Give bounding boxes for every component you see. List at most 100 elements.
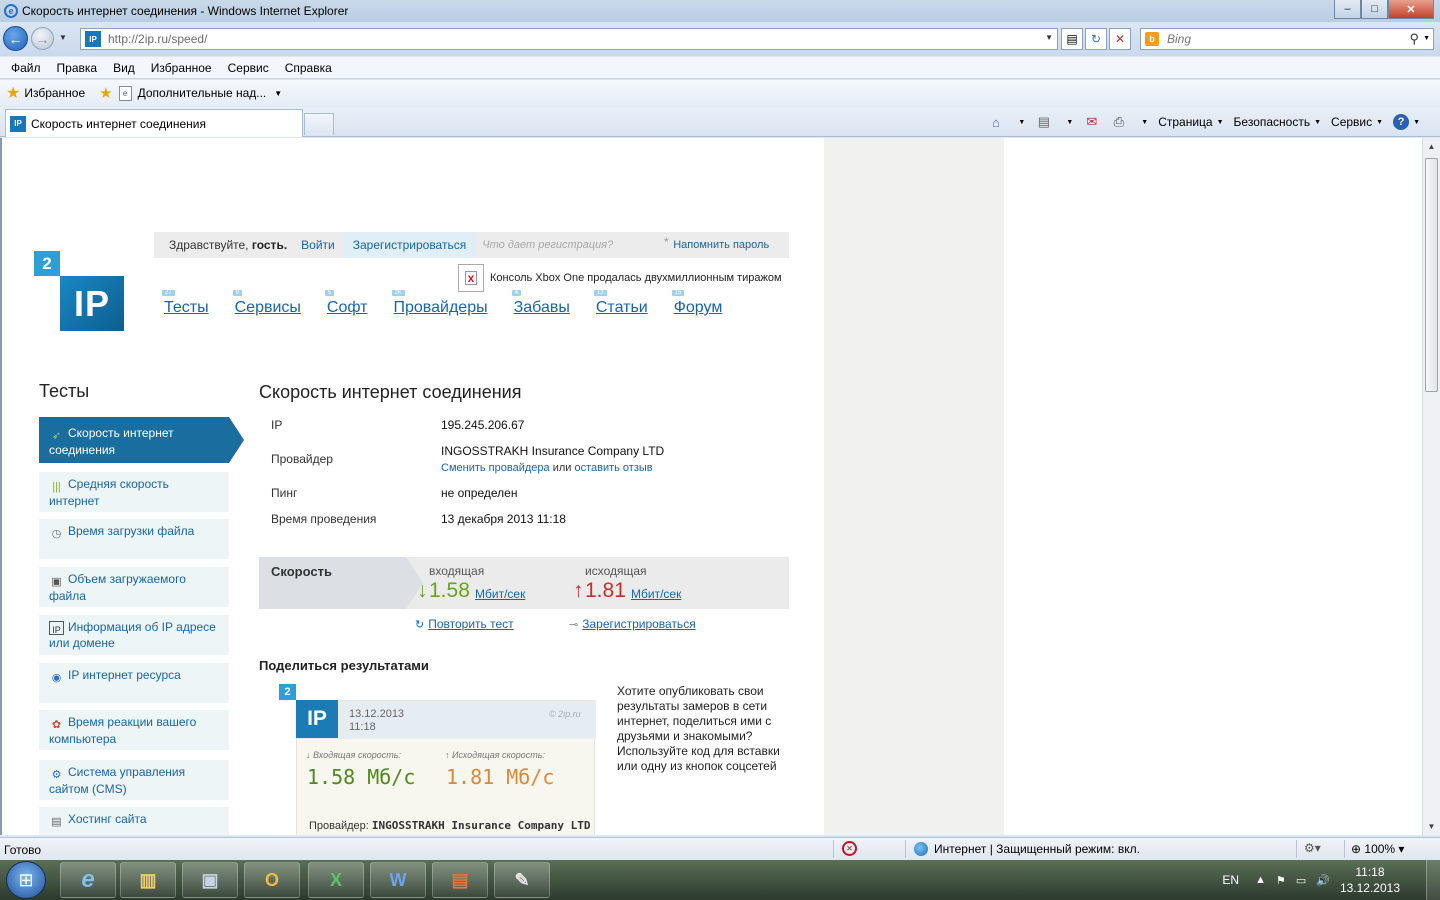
sidebar-item-ip-resource[interactable]: ◉ IP интернет ресурса (39, 663, 229, 703)
nav-services[interactable]: 9 Сервисы (232, 290, 301, 317)
addon-dropdown-icon[interactable]: ▼ (274, 89, 282, 98)
sidebar-item-average-speed[interactable]: ||| Средняя скорость интернет (39, 472, 229, 512)
menu-view[interactable]: Вид (105, 61, 143, 75)
start-button[interactable]: ⊞ (6, 861, 46, 899)
action-center-icon[interactable]: ⚑ (1276, 874, 1286, 887)
nav-articles[interactable]: 13 Статьи (593, 290, 648, 317)
news-ticker[interactable]: x Консоль Xbox One продалась двухмиллион… (458, 264, 782, 292)
menu-file[interactable]: Файл (3, 61, 49, 75)
menu-edit[interactable]: Правка (49, 61, 106, 75)
tab-speed[interactable]: IP Скорость интернет соединения (5, 109, 303, 137)
safety-menu[interactable]: Безопасность ▼ (1234, 115, 1321, 129)
search-dropdown-icon[interactable]: ▼ (1423, 35, 1430, 42)
sidebar-title: Тесты (39, 381, 90, 401)
back-button[interactable]: ← (3, 26, 28, 51)
close-button[interactable]: ✕ (1388, 0, 1434, 19)
sidebar-item-download-time[interactable]: ◷ Время загрузки файла (39, 519, 229, 559)
tray-expand-icon[interactable]: ▲ (1255, 874, 1266, 886)
address-dropdown-icon[interactable]: ▼ (1045, 33, 1053, 42)
search-box[interactable]: b ⚲ ▼ (1140, 28, 1434, 50)
clock[interactable]: 11:18 13.12.2013 (1340, 864, 1400, 896)
sidebar-item-ip-info[interactable]: IP Информация об IP адресе или домене (39, 615, 229, 655)
sidebar-item-speed[interactable]: ➶ Скорость интернет соединения (39, 417, 244, 463)
nav-fun[interactable]: 4 Забавы (511, 290, 570, 317)
taskbar-ie-icon[interactable]: e (60, 862, 116, 898)
register-link[interactable]: Зарегистрироваться (342, 232, 477, 258)
login-link[interactable]: Войти (301, 238, 335, 252)
logo-badge[interactable]: 2 (34, 251, 60, 276)
sidebar-item-cms[interactable]: ⚙ Система управления сайтом (CMS) (39, 760, 229, 800)
taskbar-word-icon[interactable]: W (370, 862, 426, 898)
popup-blocked-icon[interactable]: ✕ (842, 841, 857, 856)
leave-review-link[interactable]: оставить отзыв (574, 462, 652, 474)
new-tab-button[interactable] (304, 113, 334, 135)
network-icon[interactable]: ▭ (1296, 874, 1306, 887)
taskbar-outlook-icon[interactable]: O (244, 862, 300, 898)
maximize-button[interactable]: □ (1361, 0, 1388, 19)
menu-favorites[interactable]: Избранное (143, 61, 220, 75)
time-value: 13 декабря 2013 11:18 (441, 512, 566, 526)
tools-menu[interactable]: Сервис ▼ (1331, 115, 1383, 129)
taskbar-excel-icon[interactable]: X (308, 862, 364, 898)
menu-help[interactable]: Справка (277, 61, 340, 75)
greeting-text: Здравствуйте, гость. (169, 238, 288, 252)
tab-title: Скорость интернет соединения (31, 116, 206, 131)
protected-mode-icon[interactable]: ⚙▾ (1304, 841, 1321, 855)
vertical-scrollbar[interactable]: ▲ ▼ (1422, 138, 1440, 835)
globe-icon (914, 842, 928, 856)
nav-tests[interactable]: 27 Тесты (162, 290, 209, 317)
compat-view-icon[interactable]: ▤ (1061, 28, 1083, 50)
why-register-link[interactable]: Что дает регистрация? (482, 239, 613, 251)
site-logo[interactable]: IP (60, 276, 124, 331)
home-icon[interactable]: ⌂ (987, 114, 1004, 130)
share-card-header (297, 701, 596, 739)
mail-icon[interactable]: ✉ (1083, 114, 1100, 130)
page-menu[interactable]: Страница ▼ (1158, 115, 1223, 129)
register-action-link[interactable]: ⊸ Зарегистрироваться (569, 617, 696, 631)
repeat-test-link[interactable]: ↻ Повторить тест (415, 617, 514, 631)
volume-icon[interactable]: 🔊 (1316, 874, 1330, 887)
nav-software[interactable]: 5 Софт (324, 290, 368, 317)
home-dropdown-icon[interactable]: ▼ (1018, 119, 1025, 126)
addon-link[interactable]: Дополнительные над... (138, 86, 267, 100)
search-icon[interactable]: ⚲ (1409, 31, 1419, 47)
feeds-dropdown-icon[interactable]: ▼ (1066, 119, 1073, 126)
print-dropdown-icon[interactable]: ▼ (1141, 119, 1148, 126)
incoming-unit-link[interactable]: Мбит/сек (475, 587, 525, 601)
share-description: Хотите опубликовать свои результаты заме… (617, 684, 780, 773)
url-text[interactable]: http://2ip.ru/speed/ (108, 32, 207, 46)
history-dropdown-icon[interactable]: ▼ (59, 33, 67, 42)
nav-forum[interactable]: 15 Форум (671, 290, 722, 317)
outgoing-unit-link[interactable]: Мбит/сек (631, 587, 681, 601)
news-text[interactable]: Консоль Xbox One продалась двухмиллионны… (490, 272, 782, 284)
favorites-button[interactable]: ★ Избранное (0, 83, 91, 103)
zoom-level[interactable]: ⊕ 100% ▾ (1351, 842, 1404, 856)
stop-icon[interactable]: ✕ (1109, 28, 1131, 50)
scroll-thumb[interactable] (1425, 158, 1438, 392)
menu-tools[interactable]: Сервис (220, 61, 277, 75)
sidebar-item-file-size[interactable]: ▣ Объем загружаемого файла (39, 567, 229, 607)
remind-password-link[interactable]: Напомнить пароль (673, 239, 769, 251)
security-zone[interactable]: Интернет | Защищенный режим: вкл. (914, 842, 1140, 856)
print-icon[interactable]: ⎙ (1110, 114, 1127, 130)
taskbar-explorer-icon[interactable]: ▥ (120, 862, 176, 898)
scroll-up-icon[interactable]: ▲ (1423, 138, 1440, 155)
taskbar-paint-icon[interactable]: ✎ (494, 862, 550, 898)
minimize-button[interactable]: – (1334, 0, 1361, 19)
taskbar-computer-icon[interactable]: ▣ (182, 862, 238, 898)
help-menu[interactable]: ? ▼ (1393, 114, 1420, 130)
feeds-icon[interactable]: ▤ (1035, 114, 1052, 130)
change-provider-link[interactable]: Сменить провайдера (441, 462, 550, 474)
search-input[interactable] (1167, 32, 1407, 46)
sidebar-item-reaction-time[interactable]: ✿ Время реакции вашего компьютера (39, 710, 229, 750)
show-desktop-button[interactable] (1426, 860, 1440, 900)
address-bar[interactable]: IP http://2ip.ru/speed/ ▼ (80, 28, 1058, 50)
language-indicator[interactable]: EN (1222, 873, 1239, 887)
add-favorite-icon[interactable]: ★ (99, 84, 112, 102)
scroll-down-icon[interactable]: ▼ (1423, 818, 1440, 835)
taskbar-remote-icon[interactable]: ▤ (432, 862, 488, 898)
sidebar-item-hosting[interactable]: ▤ Хостинг сайта (39, 807, 229, 835)
refresh-icon[interactable]: ↻ (1085, 28, 1107, 50)
forward-button[interactable]: → (31, 27, 54, 50)
nav-providers[interactable]: 2K Провайдеры (391, 290, 488, 317)
